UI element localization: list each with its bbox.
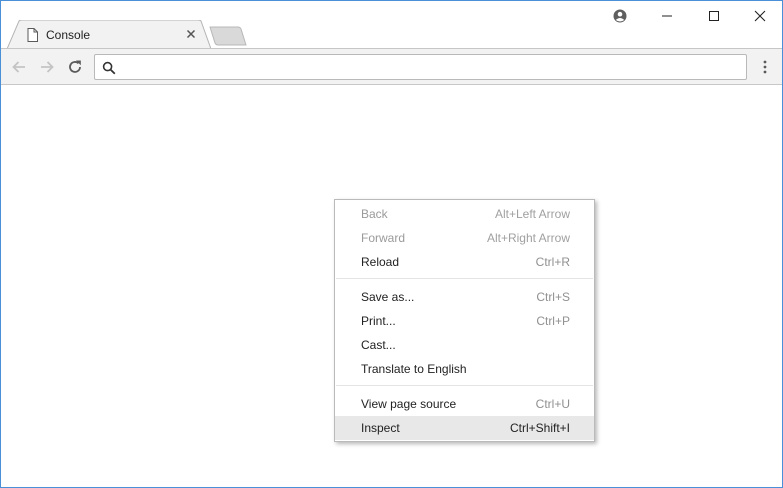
menu-item-print[interactable]: Print... Ctrl+P	[335, 309, 594, 333]
menu-item-shortcut: Ctrl+S	[536, 290, 570, 304]
omnibox[interactable]	[94, 54, 747, 80]
menu-item-shortcut: Ctrl+U	[535, 397, 570, 411]
menu-item-back[interactable]: Back Alt+Left Arrow	[335, 202, 594, 226]
menu-item-label: View page source	[361, 397, 457, 411]
close-icon	[754, 10, 766, 22]
document-icon	[27, 28, 38, 42]
menu-item-shortcut: Ctrl+Shift+I	[509, 421, 570, 435]
menu-item-label: Back	[361, 207, 388, 221]
menu-item-reload[interactable]: Reload Ctrl+R	[335, 250, 594, 274]
menu-item-shortcut: Ctrl+R	[535, 255, 570, 269]
minimize-icon	[662, 15, 672, 17]
omnibox-input[interactable]	[123, 58, 733, 76]
chrome-menu-button[interactable]	[757, 57, 773, 77]
maximize-button[interactable]	[691, 1, 737, 31]
minimize-button[interactable]	[644, 1, 690, 31]
menu-item-label: Forward	[361, 231, 406, 245]
toolbar	[1, 48, 782, 85]
reload-button[interactable]	[65, 57, 85, 77]
menu-item-shortcut: Ctrl+P	[536, 314, 570, 328]
menu-item-label: Print...	[361, 314, 396, 328]
context-menu: Back Alt+Left Arrow Forward Alt+Right Ar…	[334, 199, 595, 442]
more-vert-icon	[763, 60, 767, 74]
menu-item-label: Reload	[361, 255, 400, 269]
forward-button[interactable]	[37, 57, 57, 77]
menu-item-view-source[interactable]: View page source Ctrl+U	[335, 392, 594, 416]
menu-item-forward[interactable]: Forward Alt+Right Arrow	[335, 226, 594, 250]
tab-strip: Console	[1, 1, 783, 49]
back-button[interactable]	[9, 57, 29, 77]
tab-title: Console	[46, 28, 91, 42]
menu-item-shortcut: Alt+Left Arrow	[494, 207, 570, 221]
menu-item-label: Cast...	[361, 338, 396, 352]
new-tab-button[interactable]	[209, 26, 247, 46]
tab-console[interactable]: Console	[7, 20, 211, 49]
menu-item-label: Translate to English	[361, 362, 467, 376]
profile-icon	[613, 9, 627, 23]
profile-button[interactable]	[597, 1, 643, 31]
reload-icon	[69, 60, 81, 73]
browser-window: Console Back Alt+Left Arrow Forward Alt+…	[0, 0, 783, 488]
back-arrow-icon	[12, 61, 25, 73]
menu-separator	[336, 278, 593, 279]
menu-item-label: Inspect	[361, 421, 400, 435]
window-close-button[interactable]	[737, 1, 783, 31]
close-icon[interactable]	[184, 27, 198, 41]
menu-item-inspect[interactable]: Inspect Ctrl+Shift+I	[335, 416, 594, 440]
menu-item-save-as[interactable]: Save as... Ctrl+S	[335, 285, 594, 309]
forward-arrow-icon	[41, 61, 54, 73]
menu-item-shortcut: Alt+Right Arrow	[486, 231, 570, 245]
menu-item-translate[interactable]: Translate to English	[335, 357, 594, 381]
menu-item-cast[interactable]: Cast...	[335, 333, 594, 357]
maximize-icon	[709, 11, 719, 21]
search-icon	[102, 61, 116, 75]
menu-separator	[336, 385, 593, 386]
menu-item-label: Save as...	[361, 290, 415, 304]
